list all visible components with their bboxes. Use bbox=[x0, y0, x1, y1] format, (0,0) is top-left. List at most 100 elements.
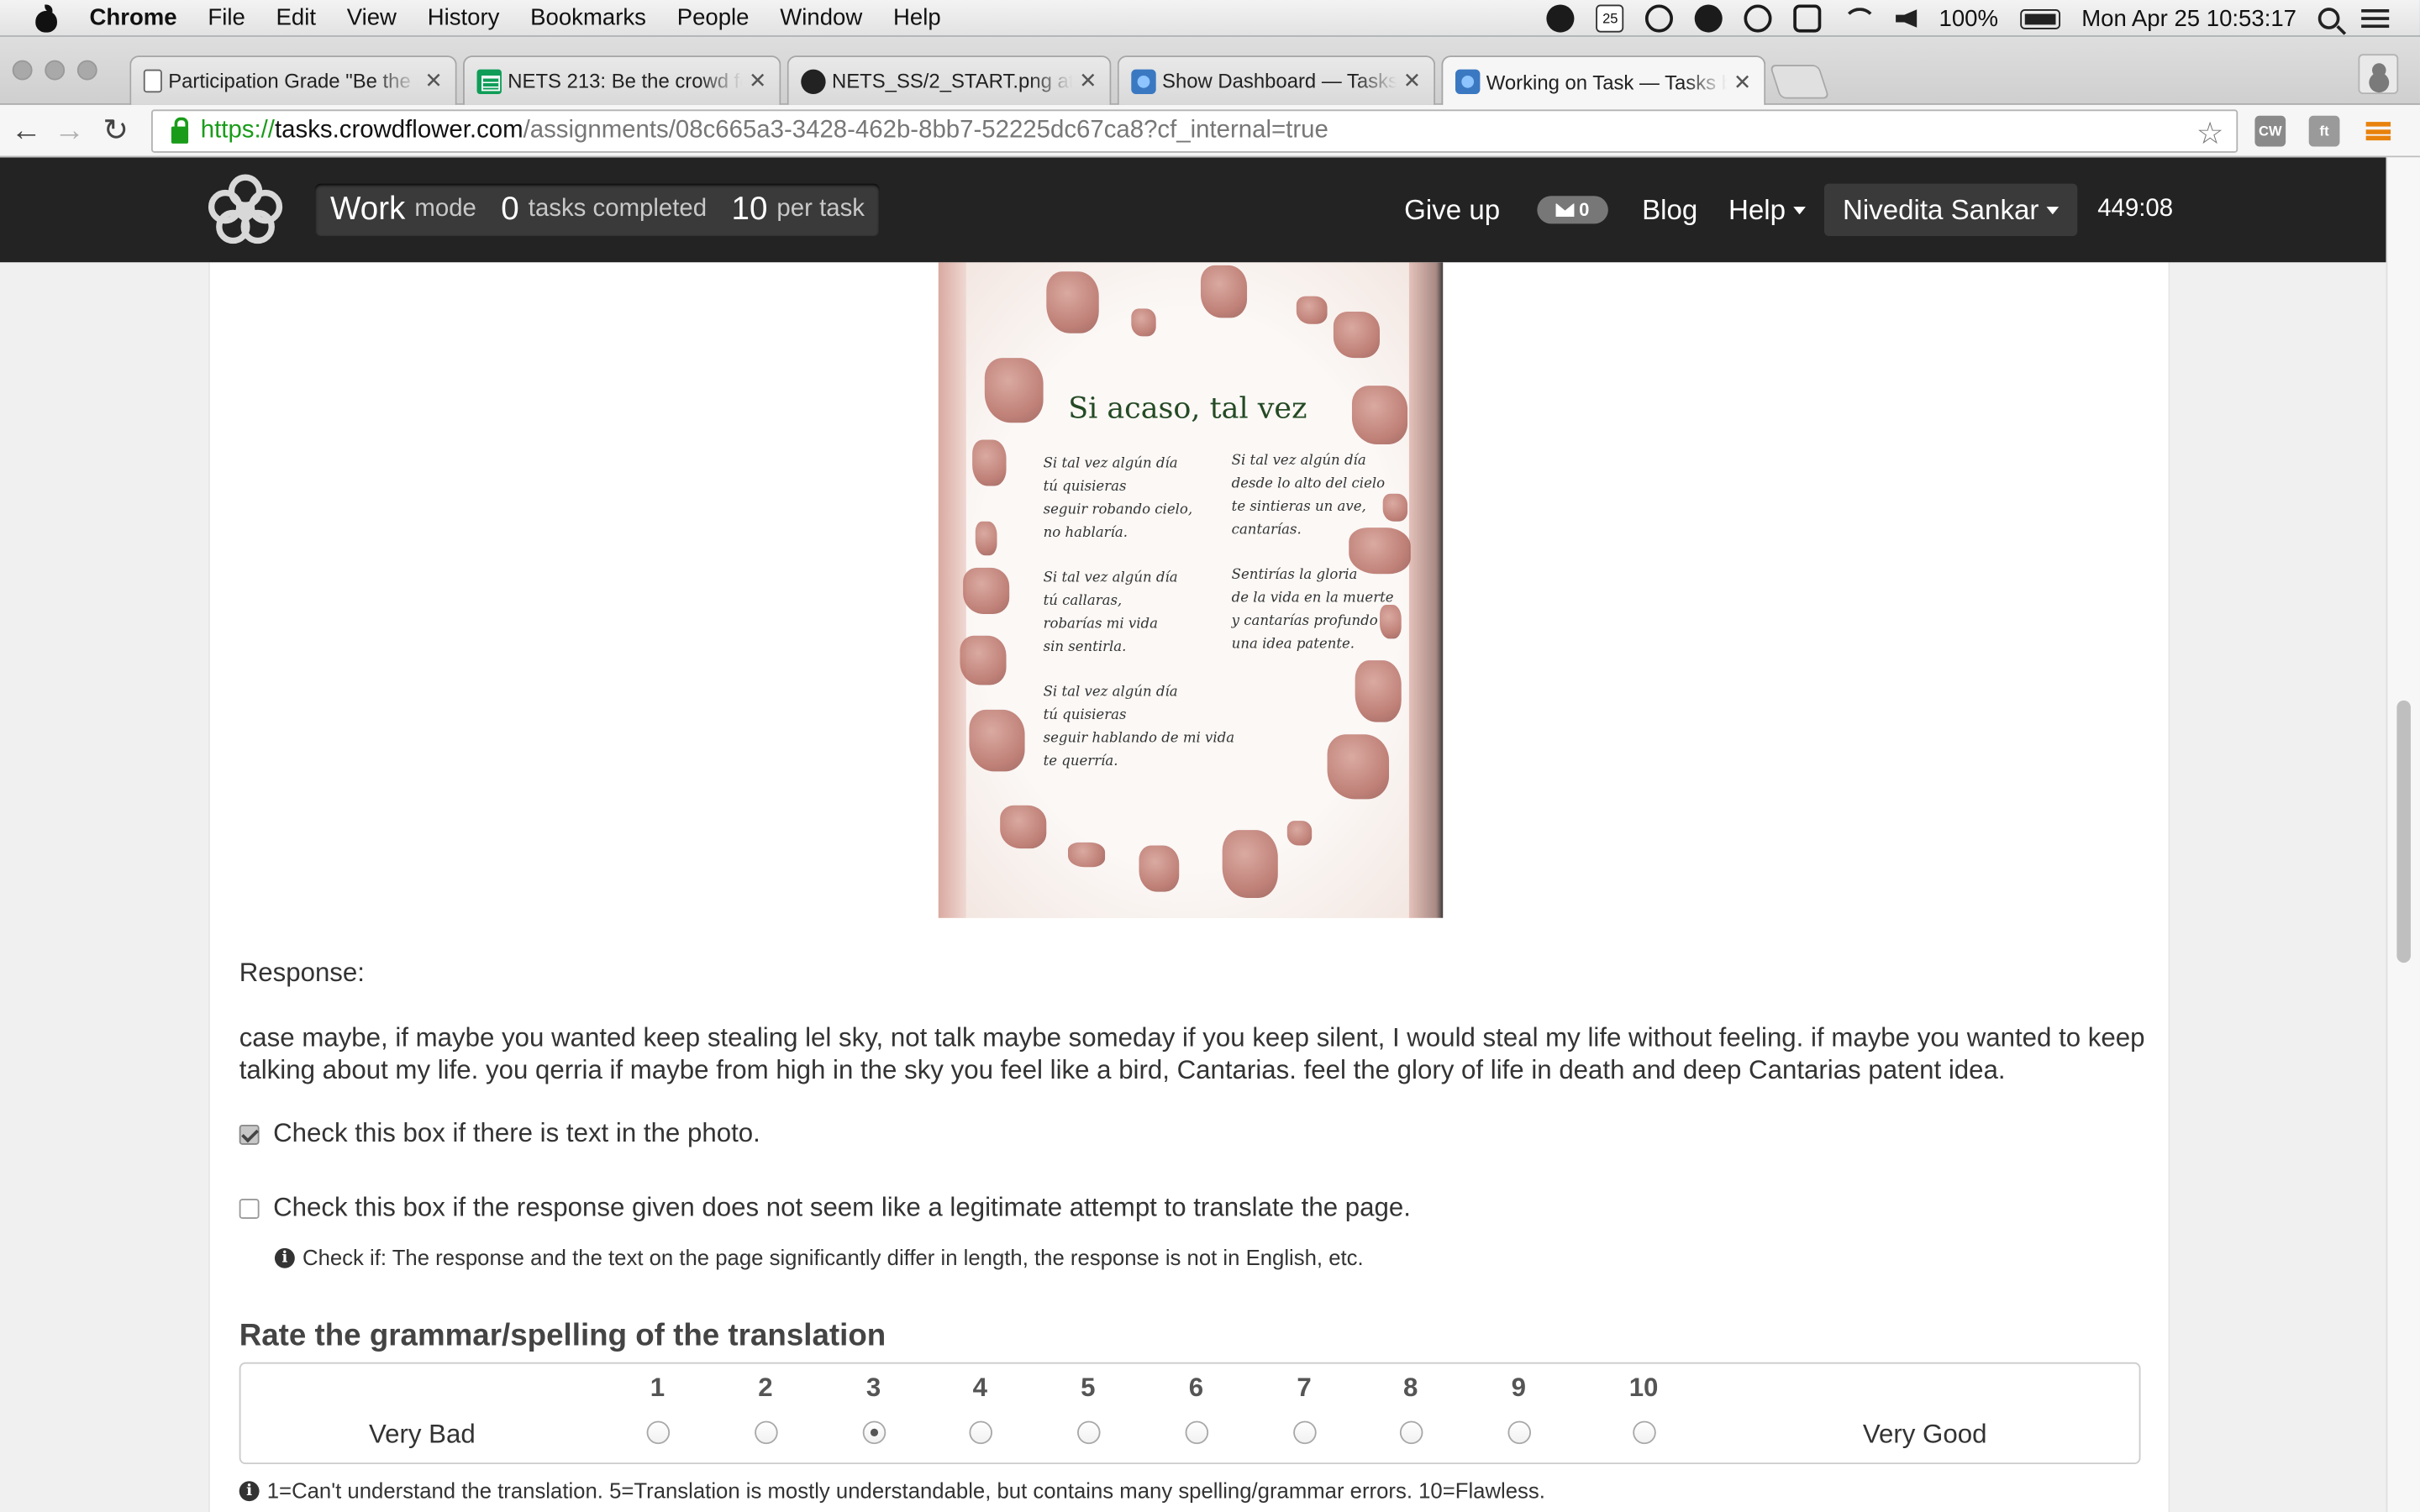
forward-arrow-icon[interactable]: → bbox=[52, 114, 86, 148]
close-tab-icon[interactable]: ✕ bbox=[749, 68, 767, 94]
battery-icon[interactable] bbox=[2019, 8, 2060, 29]
timer-app-icon[interactable] bbox=[1547, 4, 1576, 33]
menu-edit[interactable]: Edit bbox=[276, 5, 316, 31]
poem-stanza-left-3: Si tal vez algún día tú quisieras seguir… bbox=[1044, 682, 1235, 774]
illegitimate-checkbox[interactable] bbox=[239, 1198, 260, 1219]
crowdflower-logo-icon[interactable] bbox=[207, 173, 284, 244]
close-tab-icon[interactable]: ✕ bbox=[1079, 68, 1097, 94]
tab-github-png[interactable]: NETS_SS/2_START.png at master ✕ bbox=[786, 55, 1112, 105]
rating-option-4[interactable]: 4 bbox=[957, 1370, 1003, 1445]
chevron-down-icon bbox=[2046, 206, 2060, 214]
navbar-links: Give up 0 Blog Help Nivedita Sankar 449:… bbox=[1404, 157, 2386, 262]
tab-nets-213[interactable]: NETS 213: Be the crowd for a day ✕ bbox=[463, 55, 781, 105]
decor-stone bbox=[1296, 296, 1328, 324]
menu-app-name[interactable]: Chrome bbox=[90, 5, 177, 31]
chrome-menu-icon[interactable] bbox=[2363, 116, 2394, 147]
messages-count: 0 bbox=[1579, 198, 1590, 221]
mode-label: mode bbox=[414, 196, 476, 223]
rating-option-3[interactable]: 3 bbox=[850, 1370, 897, 1445]
user-dropdown[interactable]: Nivedita Sankar bbox=[1823, 183, 2078, 237]
poem-line: seguir robando cielo, bbox=[1043, 502, 1193, 519]
back-arrow-icon[interactable]: ← bbox=[9, 114, 43, 148]
rating-option-6[interactable]: 6 bbox=[1173, 1370, 1219, 1445]
extension-cw-icon[interactable]: CW bbox=[2254, 115, 2286, 147]
rating-radio[interactable] bbox=[1076, 1420, 1100, 1445]
rating-radio[interactable] bbox=[645, 1420, 670, 1445]
calendar-icon[interactable]: 25 bbox=[1596, 4, 1624, 33]
chevron-down-icon bbox=[1793, 207, 1806, 215]
zoom-window-button[interactable] bbox=[76, 60, 97, 81]
illegitimate-label[interactable]: Check this box if the response given doe… bbox=[273, 1193, 1411, 1224]
help-dropdown[interactable]: Help bbox=[1728, 194, 1806, 227]
scrollbar-thumb[interactable] bbox=[2396, 700, 2411, 963]
extension-ft-icon[interactable]: ft bbox=[2308, 115, 2340, 147]
tab-participation-grade[interactable]: Participation Grade "Be the crowd" ✕ bbox=[129, 55, 457, 105]
menu-window[interactable]: Window bbox=[780, 5, 862, 31]
menu-view[interactable]: View bbox=[347, 5, 397, 31]
apple-menu-icon[interactable] bbox=[31, 3, 62, 32]
give-up-link[interactable]: Give up bbox=[1404, 194, 1500, 227]
menu-people[interactable]: People bbox=[677, 5, 750, 31]
page-scrollbar[interactable] bbox=[2386, 157, 2420, 1512]
evernote-icon[interactable] bbox=[1744, 4, 1773, 33]
info-app-icon[interactable] bbox=[1695, 4, 1723, 33]
close-tab-icon[interactable]: ✕ bbox=[424, 68, 443, 94]
menu-history[interactable]: History bbox=[428, 5, 500, 31]
volume-icon[interactable] bbox=[1896, 9, 1918, 29]
poem-line: Si tal vez algún día bbox=[1043, 685, 1178, 701]
help-label: Help bbox=[1728, 193, 1786, 225]
rating-radio-selected[interactable] bbox=[861, 1420, 886, 1445]
decor-stone bbox=[1333, 312, 1381, 359]
sync-icon[interactable] bbox=[1645, 4, 1674, 33]
rating-option-5[interactable]: 5 bbox=[1065, 1370, 1111, 1445]
tab-title: Show Dashboard — Tasks bbox=[1162, 69, 1397, 93]
bookmark-star-icon[interactable]: ☆ bbox=[2196, 114, 2224, 153]
menu-file[interactable]: File bbox=[208, 5, 245, 31]
reload-icon[interactable]: ↻ bbox=[99, 114, 133, 148]
browser-window: Participation Grade "Be the crowd" ✕ NET… bbox=[0, 37, 2420, 1512]
address-bar[interactable]: https://tasks.crowdflower.com/assignment… bbox=[150, 109, 2238, 153]
rating-radio[interactable] bbox=[968, 1420, 992, 1445]
rating-option-9[interactable]: 9 bbox=[1496, 1370, 1542, 1445]
decor-stone bbox=[1131, 308, 1156, 337]
menu-help[interactable]: Help bbox=[893, 5, 941, 31]
poem-line: sin sentirla. bbox=[1043, 640, 1127, 656]
close-tab-icon[interactable]: ✕ bbox=[1733, 69, 1752, 95]
poem-line: tú quisieras bbox=[1043, 708, 1127, 724]
illegitimate-hint: i Check if: The response and the text on… bbox=[274, 1245, 1364, 1270]
rating-radio[interactable] bbox=[1632, 1420, 1655, 1445]
rating-option-2[interactable]: 2 bbox=[742, 1370, 788, 1445]
rating-radio[interactable] bbox=[1184, 1420, 1208, 1445]
new-tab-button[interactable] bbox=[1769, 65, 1830, 99]
menu-clock[interactable]: Mon Apr 25 10:53:17 bbox=[2081, 5, 2296, 31]
notification-center-icon[interactable] bbox=[2361, 9, 2390, 29]
work-mode-box: Work mode 0 tasks completed 10 per task bbox=[314, 183, 881, 237]
spotlight-search-icon[interactable] bbox=[2317, 8, 2340, 29]
text-in-photo-checkbox[interactable] bbox=[239, 1124, 260, 1144]
wifi-icon[interactable] bbox=[1843, 8, 1878, 29]
rating-option-8[interactable]: 8 bbox=[1387, 1370, 1434, 1445]
rating-option-10[interactable]: 10 bbox=[1621, 1370, 1667, 1445]
add-app-icon[interactable] bbox=[1793, 4, 1822, 33]
rating-radio[interactable] bbox=[754, 1420, 777, 1445]
close-window-button[interactable] bbox=[12, 60, 33, 81]
page-left-edge bbox=[938, 262, 966, 918]
text-in-photo-label[interactable]: Check this box if there is text in the p… bbox=[273, 1119, 760, 1150]
close-tab-icon[interactable]: ✕ bbox=[1403, 68, 1422, 94]
illegitimate-hint-text: Check if: The response and the text on t… bbox=[302, 1245, 1364, 1270]
text-in-photo-checkbox-row[interactable]: Check this box if there is text in the p… bbox=[239, 1119, 760, 1150]
tab-working-on-task[interactable]: Working on Task — Tasks by CrowdFlower ✕ bbox=[1441, 55, 1766, 107]
tab-show-dashboard[interactable]: Show Dashboard — Tasks ✕ bbox=[1117, 55, 1436, 105]
response-text: case maybe, if maybe you wanted keep ste… bbox=[239, 1022, 2145, 1085]
rating-option-7[interactable]: 7 bbox=[1281, 1370, 1327, 1445]
rating-option-1[interactable]: 1 bbox=[634, 1370, 681, 1445]
blog-link[interactable]: Blog bbox=[1642, 194, 1697, 227]
rating-radio[interactable] bbox=[1398, 1420, 1423, 1445]
menu-bookmarks[interactable]: Bookmarks bbox=[530, 5, 646, 31]
minimize-window-button[interactable] bbox=[45, 60, 66, 81]
illegitimate-checkbox-row[interactable]: Check this box if the response given doe… bbox=[239, 1193, 1411, 1224]
profile-icon[interactable] bbox=[2358, 54, 2399, 95]
messages-badge[interactable]: 0 bbox=[1537, 196, 1608, 224]
rating-radio[interactable] bbox=[1507, 1420, 1531, 1445]
rating-radio[interactable] bbox=[1292, 1420, 1316, 1445]
